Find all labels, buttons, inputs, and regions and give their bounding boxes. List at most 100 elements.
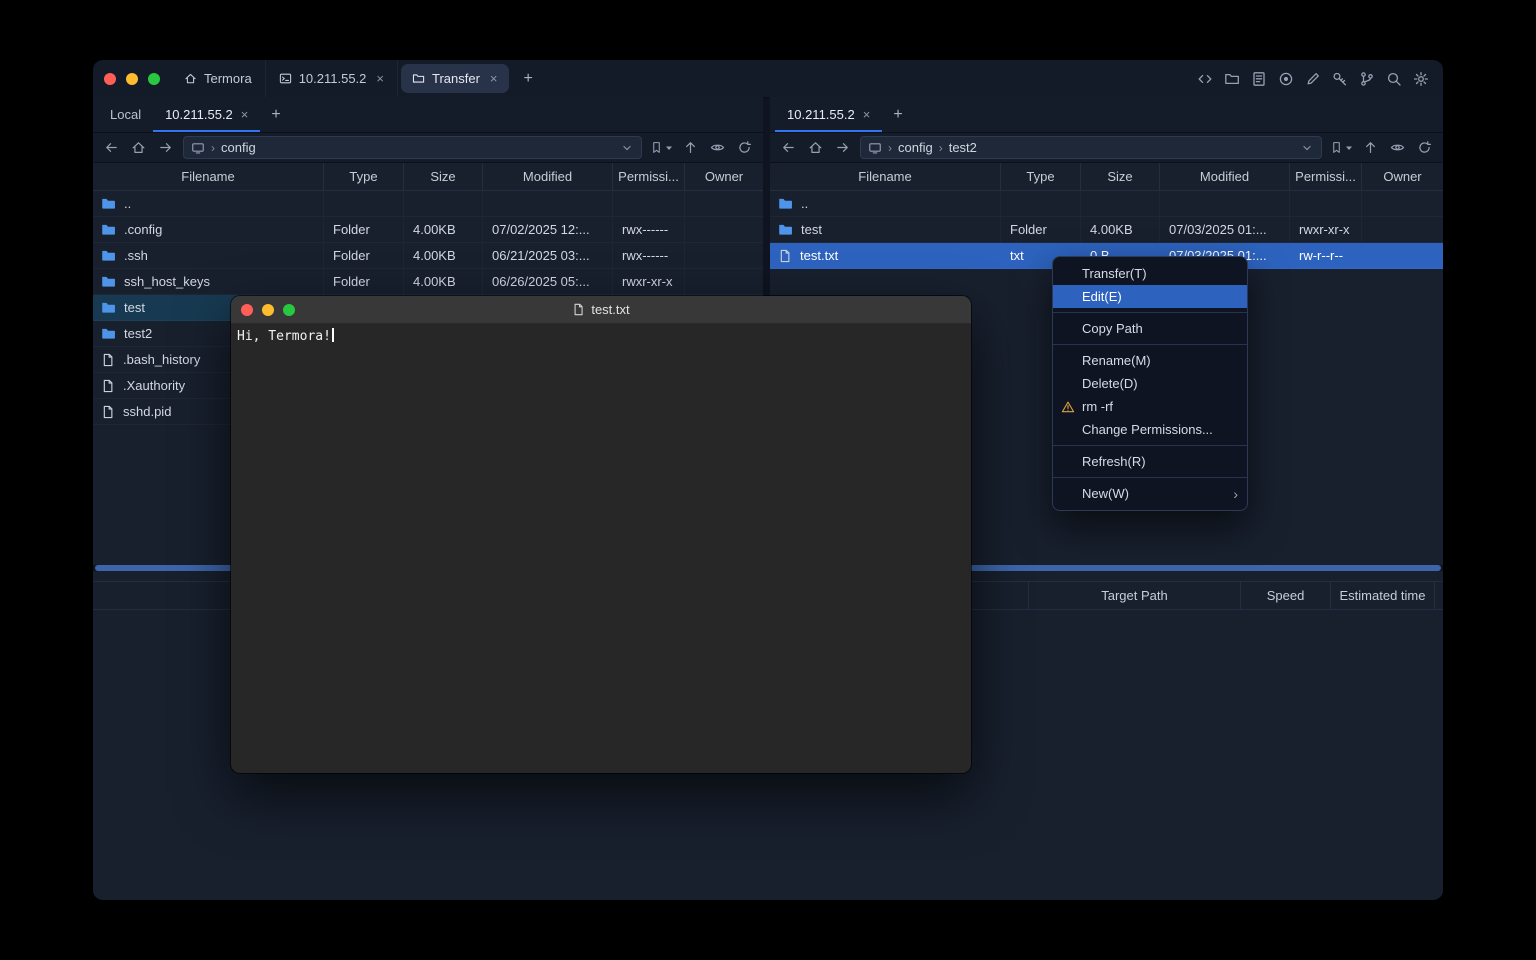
column-header-filename[interactable]: Filename bbox=[93, 163, 324, 190]
editor-window-controls bbox=[241, 296, 295, 323]
menu-item-delete-d[interactable]: Delete(D) bbox=[1053, 372, 1247, 395]
home-icon bbox=[184, 72, 197, 85]
menu-separator bbox=[1053, 477, 1247, 478]
toolbar bbox=[1195, 60, 1431, 97]
cell-owner bbox=[685, 269, 763, 294]
new-tab-button[interactable]: + bbox=[512, 60, 545, 97]
pencil-icon bbox=[1305, 71, 1321, 87]
forward-button[interactable] bbox=[829, 136, 856, 160]
key-button[interactable] bbox=[1330, 68, 1350, 89]
pane-tab-10-211-55-2[interactable]: 10.211.55.2× bbox=[153, 97, 260, 132]
app-tab-10-211-55-2[interactable]: 10.211.55.2× bbox=[266, 60, 398, 97]
app-tab-transfer[interactable]: Transfer× bbox=[401, 64, 509, 93]
preview-button[interactable] bbox=[1384, 136, 1411, 160]
menu-item-rm-rf[interactable]: rm -rf bbox=[1053, 395, 1247, 418]
pane-tab-local[interactable]: Local bbox=[98, 97, 153, 132]
app-tab-termora[interactable]: Termora bbox=[171, 60, 266, 97]
menu-item-copy-path[interactable]: Copy Path bbox=[1053, 317, 1247, 340]
file-row-test[interactable]: testFolder4.00KB07/03/2025 01:...rwxr-xr… bbox=[770, 217, 1443, 243]
column-header-filename[interactable]: Filename bbox=[770, 163, 1001, 190]
column-header-modified[interactable]: Modified bbox=[1160, 163, 1290, 190]
left-pane-tabbar: Local10.211.55.2×+ bbox=[93, 97, 763, 133]
filename-text: .ssh bbox=[124, 248, 148, 263]
path-segment[interactable]: config bbox=[898, 140, 933, 155]
path-dropdown-icon[interactable] bbox=[620, 141, 634, 155]
menu-item-rename-m[interactable]: Rename(M) bbox=[1053, 349, 1247, 372]
pencil-button[interactable] bbox=[1303, 68, 1323, 89]
column-header-type[interactable]: Type bbox=[1001, 163, 1081, 190]
menu-item-new-w[interactable]: New(W)› bbox=[1053, 482, 1247, 505]
bookmark-button[interactable] bbox=[646, 136, 677, 160]
column-header-modified[interactable]: Modified bbox=[483, 163, 613, 190]
column-header-owner[interactable]: Owner bbox=[1362, 163, 1443, 190]
home-button[interactable] bbox=[125, 136, 152, 160]
record-button[interactable] bbox=[1276, 68, 1296, 89]
zoom-window-button[interactable] bbox=[283, 304, 295, 316]
menu-item-edit-e[interactable]: Edit(E) bbox=[1053, 285, 1247, 308]
arrowup-icon bbox=[683, 140, 698, 155]
back-button[interactable] bbox=[775, 136, 802, 160]
menu-item-label: Change Permissions... bbox=[1082, 422, 1213, 437]
editor-content[interactable]: Hi, Termora! bbox=[231, 324, 971, 348]
minimize-window-button[interactable] bbox=[262, 304, 274, 316]
refresh-button[interactable] bbox=[1411, 136, 1438, 160]
cell-modified: 06/21/2025 03:... bbox=[483, 243, 613, 268]
menu-item-refresh-r[interactable]: Refresh(R) bbox=[1053, 450, 1247, 473]
path-segment[interactable]: config bbox=[221, 140, 256, 155]
menu-item-label: Copy Path bbox=[1082, 321, 1143, 336]
cell-type: Folder bbox=[1001, 217, 1081, 242]
new-pane-tab-button[interactable]: + bbox=[882, 97, 913, 132]
eye-icon bbox=[710, 140, 725, 155]
home-button[interactable] bbox=[802, 136, 829, 160]
bookmark-button[interactable] bbox=[1326, 136, 1357, 160]
up-button[interactable] bbox=[677, 136, 704, 160]
file-row-config[interactable]: .configFolder4.00KB07/02/2025 12:...rwx-… bbox=[93, 217, 763, 243]
tab-close-icon[interactable]: × bbox=[863, 107, 871, 122]
refresh-icon bbox=[737, 140, 752, 155]
menu-item-label: Transfer(T) bbox=[1082, 266, 1147, 281]
tab-close-icon[interactable]: × bbox=[241, 107, 249, 122]
column-header-size[interactable]: Size bbox=[1081, 163, 1160, 190]
path-field[interactable]: › config bbox=[183, 136, 642, 159]
folder-button[interactable] bbox=[1222, 68, 1242, 89]
file-row-ssh[interactable]: .sshFolder4.00KB06/21/2025 03:...rwx----… bbox=[93, 243, 763, 269]
menu-item-label: Rename(M) bbox=[1082, 353, 1151, 368]
column-header-permissi[interactable]: Permissi... bbox=[1290, 163, 1362, 190]
editor-titlebar: test.txt bbox=[231, 296, 971, 324]
pane-tab-10-211-55-2[interactable]: 10.211.55.2× bbox=[775, 97, 882, 132]
branch-button[interactable] bbox=[1357, 68, 1377, 89]
column-header-size[interactable]: Size bbox=[404, 163, 483, 190]
path-dropdown-icon[interactable] bbox=[1300, 141, 1314, 155]
menu-item-transfer-t[interactable]: Transfer(T) bbox=[1053, 262, 1247, 285]
new-pane-tab-button[interactable]: + bbox=[260, 97, 291, 132]
left-pane-navbar: › config bbox=[93, 133, 763, 163]
document-button[interactable] bbox=[1249, 68, 1269, 89]
column-header-permissi[interactable]: Permissi... bbox=[613, 163, 685, 190]
path-field[interactable]: ›config›test2 bbox=[860, 136, 1322, 159]
column-header-type[interactable]: Type bbox=[324, 163, 404, 190]
file-row-item[interactable]: .. bbox=[770, 191, 1443, 217]
minimize-window-button[interactable] bbox=[126, 73, 138, 85]
path-segment[interactable]: test2 bbox=[949, 140, 977, 155]
close-window-button[interactable] bbox=[241, 304, 253, 316]
right-file-table-header: FilenameTypeSizeModifiedPermissi...Owner bbox=[770, 163, 1443, 191]
gear-button[interactable] bbox=[1411, 68, 1431, 89]
tab-close-icon[interactable]: × bbox=[490, 71, 498, 86]
forward-button[interactable] bbox=[152, 136, 179, 160]
refresh-button[interactable] bbox=[731, 136, 758, 160]
file-row-ssh-host-keys[interactable]: ssh_host_keysFolder4.00KB06/26/2025 05:.… bbox=[93, 269, 763, 295]
code-button[interactable] bbox=[1195, 68, 1215, 89]
branch-icon bbox=[1359, 71, 1375, 87]
up-button[interactable] bbox=[1357, 136, 1384, 160]
breadcrumb-separator: › bbox=[211, 141, 215, 155]
column-header-owner[interactable]: Owner bbox=[685, 163, 763, 190]
close-window-button[interactable] bbox=[104, 73, 116, 85]
search-button[interactable] bbox=[1384, 68, 1404, 89]
zoom-window-button[interactable] bbox=[148, 73, 160, 85]
back-button[interactable] bbox=[98, 136, 125, 160]
menu-item-change-permissions[interactable]: Change Permissions... bbox=[1053, 418, 1247, 441]
preview-button[interactable] bbox=[704, 136, 731, 160]
file-row-item[interactable]: .. bbox=[93, 191, 763, 217]
tab-close-icon[interactable]: × bbox=[376, 71, 384, 86]
filename-text: .. bbox=[801, 196, 808, 211]
